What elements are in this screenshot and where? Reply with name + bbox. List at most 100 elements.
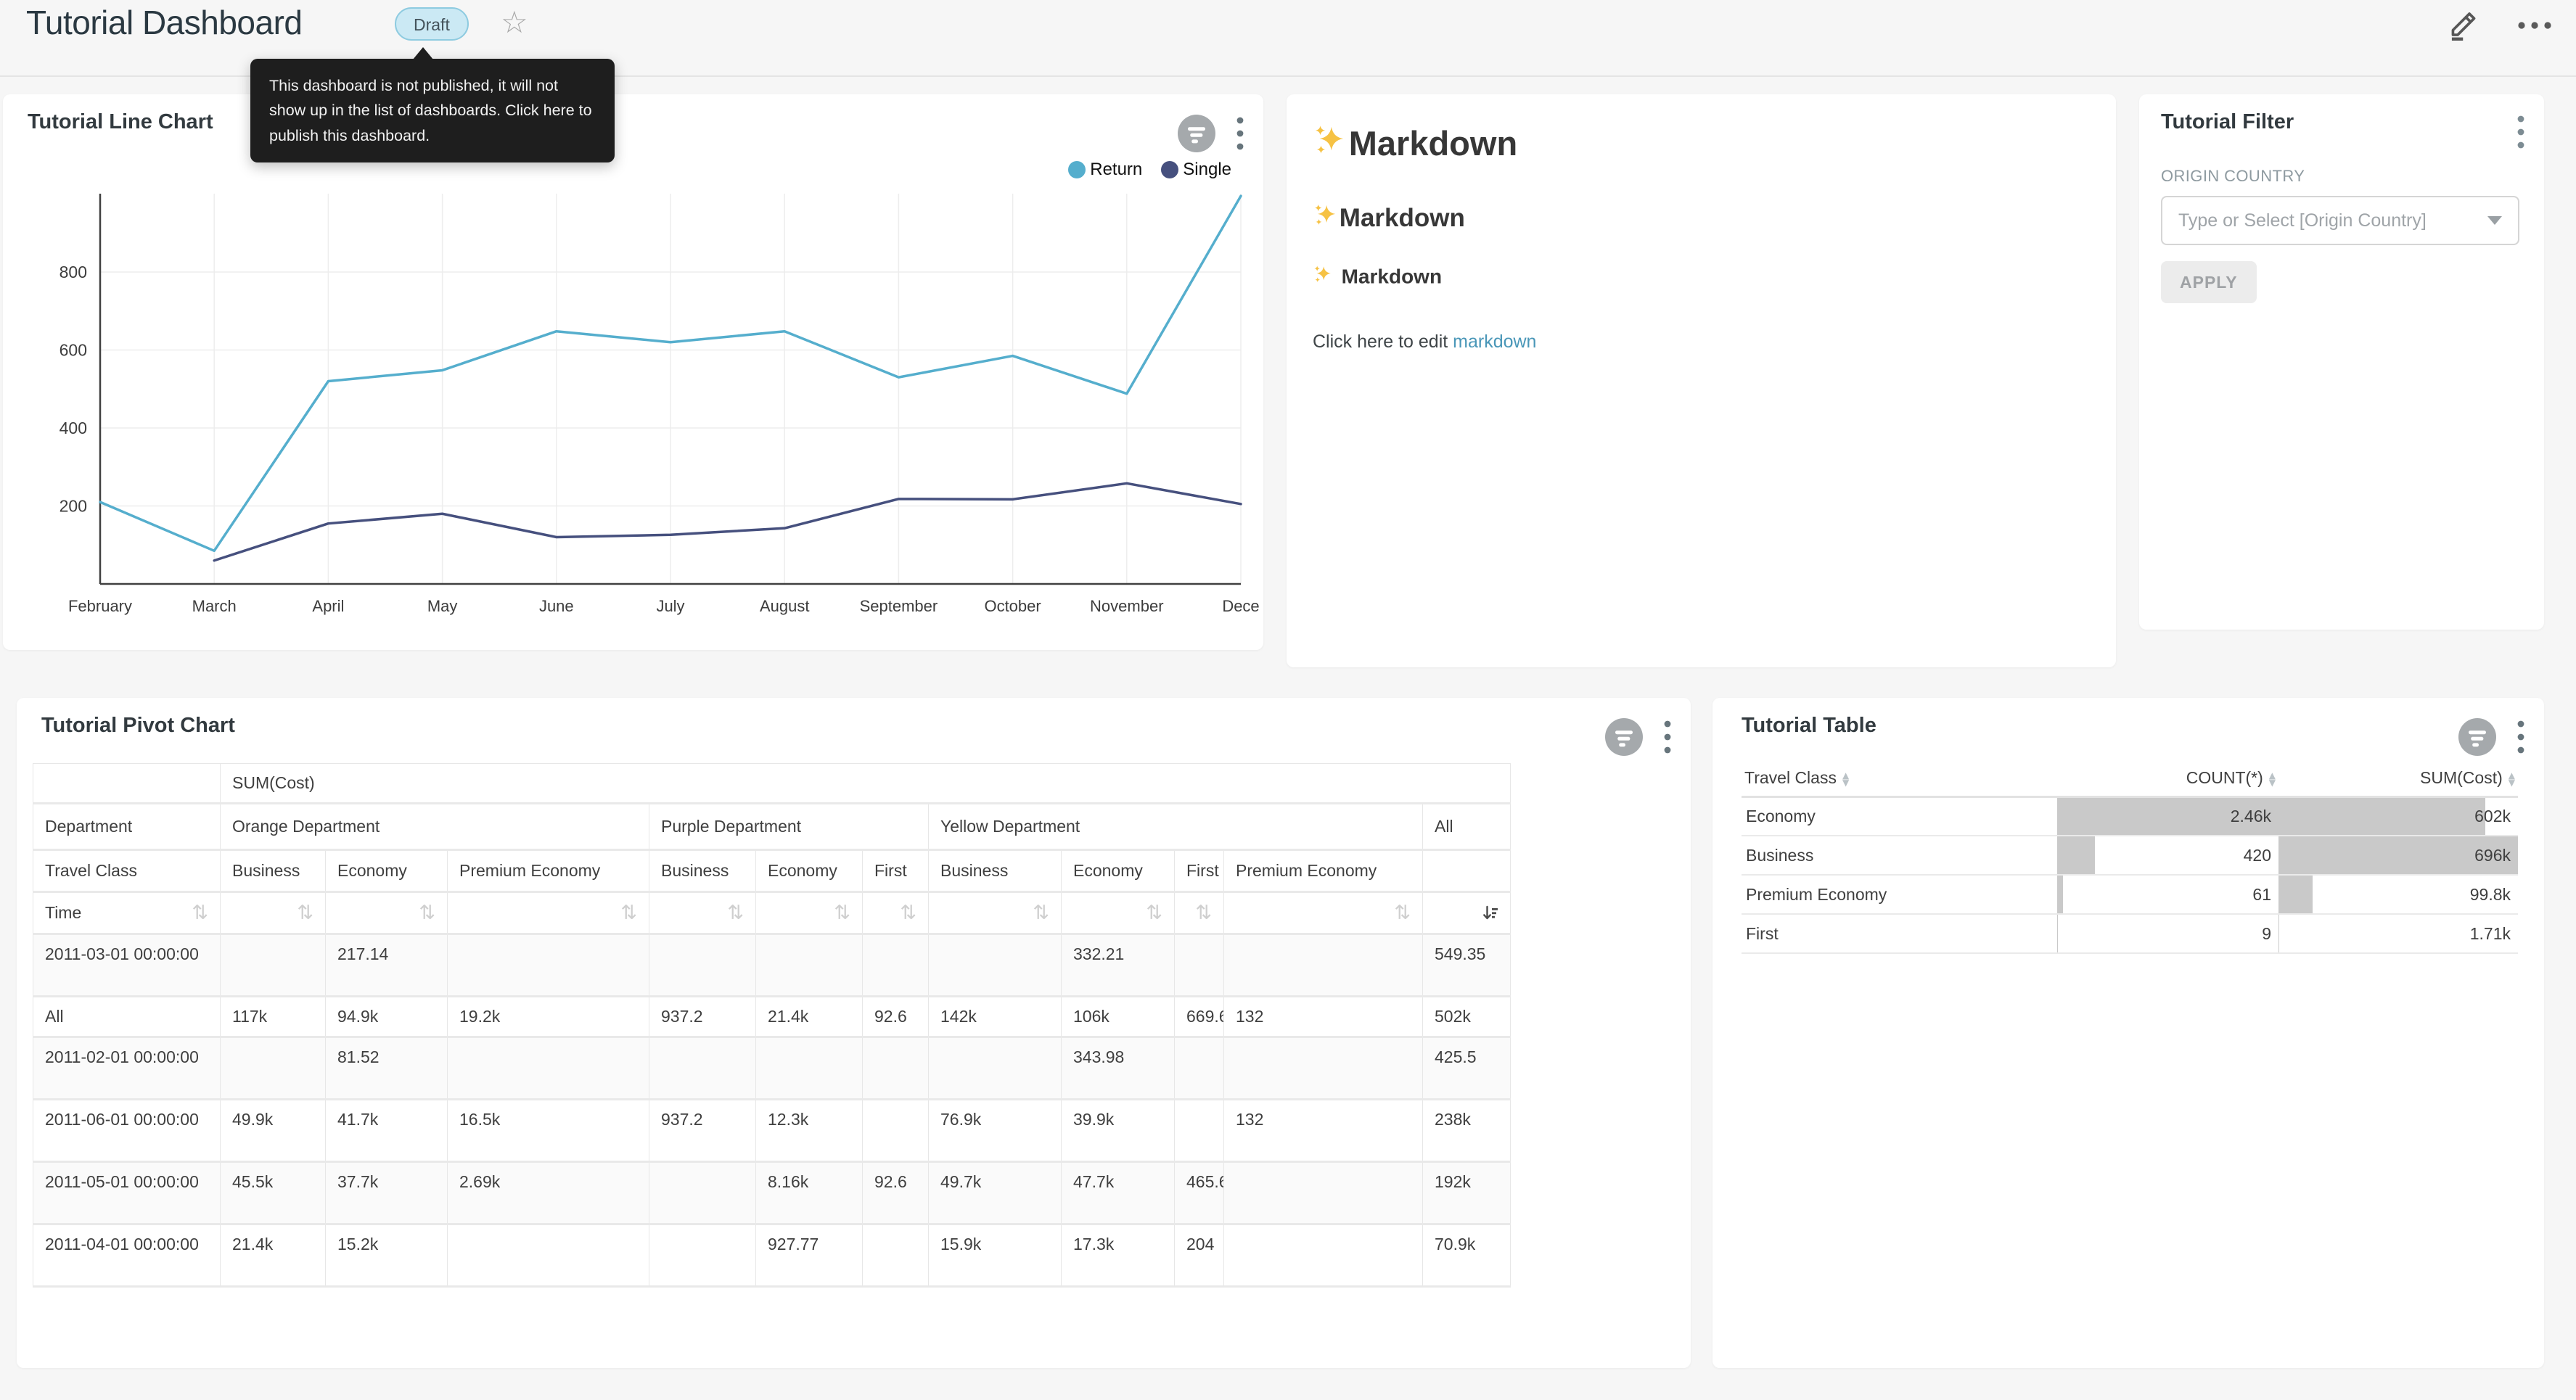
filter-badge-icon[interactable] <box>1604 717 1644 757</box>
pivot-sort-flex: ⇅ <box>661 903 744 923</box>
pivot-sort-header: ⇅ <box>1175 892 1224 934</box>
pivot-cell: 19.2k <box>448 997 649 1037</box>
count-cell: 61 <box>2057 875 2278 914</box>
column-header-label: COUNT(*) <box>2186 768 2263 787</box>
table-row: Business420696k <box>1742 836 2518 875</box>
sort-carets-icon[interactable]: ▲▼ <box>1842 772 1849 786</box>
pivot-cell: 76.9k <box>929 1100 1062 1162</box>
y-tick-label: 800 <box>60 263 87 281</box>
sort-updown-icon[interactable]: ⇅ <box>1146 903 1162 923</box>
travel-class-cell: Business <box>1742 836 2057 875</box>
x-tick-label: July <box>656 597 684 615</box>
filter-badge-icon[interactable] <box>2457 717 2498 757</box>
pivot-department-label: Department <box>33 804 221 850</box>
kebab-menu-icon[interactable] <box>2516 113 2525 151</box>
markdown-h2-text: Markdown <box>1340 204 1465 232</box>
pivot-class-header: Business <box>649 850 756 892</box>
origin-country-select[interactable]: Type or Select [Origin Country] <box>2161 196 2519 245</box>
pivot-table: SUM(Cost)DepartmentOrange DepartmentPurp… <box>33 763 1511 1288</box>
table-column-header[interactable]: Travel Class▲▼ <box>1742 760 2057 796</box>
pivot-cell: 49.9k <box>221 1100 326 1162</box>
pivot-department-group: Purple Department <box>649 804 929 850</box>
pivot-sort-flex <box>1435 904 1498 923</box>
sort-updown-icon[interactable]: ⇅ <box>297 903 313 923</box>
pivot-cell <box>448 1037 649 1100</box>
sparkles-icon <box>1313 124 1346 165</box>
pivot-time-header: Time⇅ <box>33 892 221 934</box>
table-column-header[interactable]: COUNT(*) ▲▼ <box>2057 760 2278 796</box>
travel-class-cell: First <box>1742 914 2057 953</box>
pivot-header-row-class: Travel ClassBusinessEconomyPremium Econo… <box>33 850 1511 892</box>
kebab-menu-icon[interactable] <box>1663 718 1672 756</box>
sort-updown-icon[interactable]: ⇅ <box>620 903 637 923</box>
pivot-cell <box>929 934 1062 997</box>
pivot-chart-panel: Tutorial Pivot Chart SUM(Cost)Department… <box>17 698 1691 1368</box>
pivot-cell <box>221 1037 326 1100</box>
sort-updown-icon[interactable]: ⇅ <box>834 903 850 923</box>
pivot-cell <box>756 1037 863 1100</box>
pivot-sort-header: ⇅ <box>863 892 929 934</box>
sort-active-icon[interactable] <box>1482 904 1498 923</box>
kebab-menu-icon[interactable] <box>2516 718 2525 756</box>
pivot-sort-flex: ⇅ <box>768 903 850 923</box>
sort-carets-icon[interactable]: ▲▼ <box>2269 772 2276 786</box>
pivot-sort-flex: ⇅ <box>1186 903 1212 923</box>
line-chart-svg: 200400600800FebruaryMarchAprilMayJuneJul… <box>3 94 1263 650</box>
x-tick-label: June <box>539 597 574 615</box>
table-column-header[interactable]: SUM(Cost)▲▼ <box>2278 760 2518 796</box>
data-bar <box>2278 915 2279 952</box>
draft-badge[interactable]: Draft <box>395 7 469 41</box>
markdown-h1: Markdown <box>1313 123 2090 165</box>
sort-updown-icon[interactable]: ⇅ <box>727 903 744 923</box>
markdown-edit-link[interactable]: markdown <box>1453 332 1536 352</box>
pivot-cell <box>649 934 756 997</box>
cell-value: 2.46k <box>2062 807 2274 826</box>
favorite-star-icon[interactable]: ☆ <box>501 4 528 40</box>
pivot-class-header-empty <box>1423 850 1511 892</box>
markdown-paragraph: Click here to edit markdown <box>1313 332 2090 353</box>
sort-updown-icon[interactable]: ⇅ <box>1033 903 1049 923</box>
x-tick-label: May <box>427 597 458 615</box>
count-cell: 9 <box>2057 914 2278 953</box>
pivot-class-header: First <box>863 850 929 892</box>
pivot-cell: 47.7k <box>1062 1162 1175 1224</box>
pivot-class-header: Economy <box>1062 850 1175 892</box>
markdown-h2: Markdown <box>1313 203 2090 234</box>
sort-updown-icon[interactable]: ⇅ <box>192 903 208 923</box>
sort-updown-icon[interactable]: ⇅ <box>1195 903 1212 923</box>
cell-value: 420 <box>2062 846 2274 865</box>
pivot-sort-header: ⇅ <box>756 892 863 934</box>
sort-updown-icon[interactable]: ⇅ <box>419 903 435 923</box>
y-tick-label: 400 <box>60 419 87 437</box>
publish-tooltip: This dashboard is not published, it will… <box>250 59 615 162</box>
more-ellipsis-icon[interactable] <box>2514 9 2556 42</box>
pivot-cell: 12.3k <box>756 1100 863 1162</box>
markdown-h1-text: Markdown <box>1349 124 1517 162</box>
pivot-cell <box>649 1162 756 1224</box>
markdown-paragraph-text: Click here to edit <box>1313 332 1453 352</box>
pivot-cell <box>1175 1100 1224 1162</box>
sort-updown-icon[interactable]: ⇅ <box>1394 903 1411 923</box>
pivot-cell: 669.6 <box>1175 997 1224 1037</box>
data-bar <box>2057 915 2058 952</box>
sort-carets-icon[interactable]: ▲▼ <box>2509 772 2515 786</box>
pivot-row-label: 2011-04-01 00:00:00 <box>33 1224 221 1287</box>
apply-button[interactable]: APPLY <box>2161 261 2257 303</box>
markdown-body: Markdown Markdown Markdown Click here to… <box>1313 123 2090 353</box>
pivot-cell: 332.21 <box>1062 934 1175 997</box>
tooltip-arrow <box>413 47 433 59</box>
pivot-cell <box>649 1037 756 1100</box>
edit-pencil-icon[interactable] <box>2447 9 2480 42</box>
x-tick-label: April <box>312 597 344 615</box>
pivot-cell <box>221 934 326 997</box>
pivot-cell <box>1175 934 1224 997</box>
pivot-sort-header: ⇅ <box>221 892 326 934</box>
pivot-cell <box>756 934 863 997</box>
pivot-row-label: 2011-05-01 00:00:00 <box>33 1162 221 1224</box>
y-tick-label: 200 <box>60 497 87 516</box>
count-cell: 2.46k <box>2057 796 2278 836</box>
pivot-cell: 465.6 <box>1175 1162 1224 1224</box>
line-chart-panel: Tutorial Line Chart Return Single 200400… <box>3 94 1263 650</box>
sort-updown-icon[interactable]: ⇅ <box>900 903 916 923</box>
pivot-cell <box>863 1224 929 1287</box>
